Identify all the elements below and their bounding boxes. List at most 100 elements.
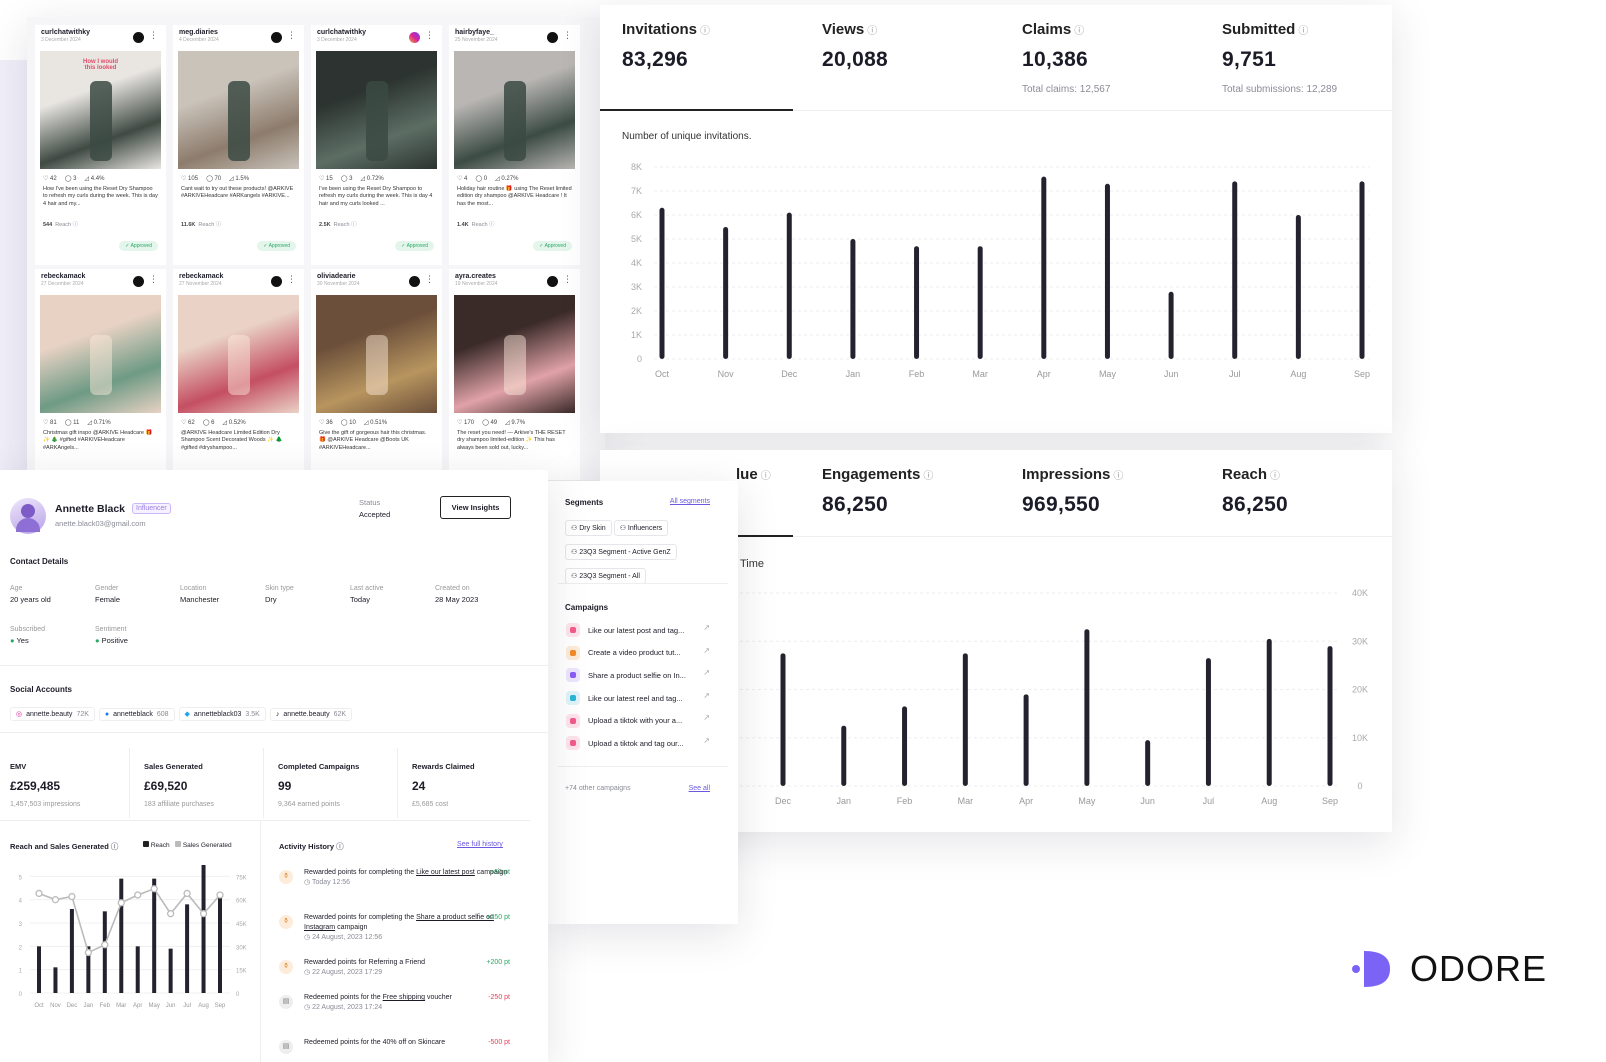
- external-link-icon[interactable]: ↗: [703, 646, 710, 655]
- sales-point[interactable]: [101, 941, 109, 949]
- external-link-icon[interactable]: ↗: [703, 691, 710, 700]
- bar[interactable]: [659, 207, 665, 359]
- reach-bar[interactable]: [53, 967, 58, 993]
- campaign-item[interactable]: Create a video product tut... ↗: [566, 642, 710, 665]
- more-options-icon[interactable]: ⋮: [425, 30, 434, 41]
- campaign-item[interactable]: Like our latest post and tag... ↗: [566, 619, 710, 642]
- all-segments-link[interactable]: All segments: [670, 498, 710, 505]
- campaign-item[interactable]: Upload a tiktok and tag our... ↗: [566, 732, 710, 755]
- more-options-icon[interactable]: ⋮: [149, 274, 158, 285]
- external-link-icon[interactable]: ↗: [703, 713, 710, 722]
- campaign-item[interactable]: Like our latest reel and tag... ↗: [566, 687, 710, 710]
- bar[interactable]: [723, 227, 729, 359]
- sales-point[interactable]: [134, 891, 142, 899]
- bar[interactable]: [902, 706, 908, 786]
- external-link-icon[interactable]: ↗: [703, 736, 710, 745]
- bar[interactable]: [1104, 183, 1110, 359]
- bar[interactable]: [914, 246, 920, 359]
- view-insights-button[interactable]: View Insights: [440, 496, 511, 519]
- more-options-icon[interactable]: ⋮: [287, 274, 296, 285]
- bar[interactable]: [1327, 646, 1333, 786]
- reach-bar[interactable]: [135, 946, 140, 993]
- more-options-icon[interactable]: ⋮: [287, 30, 296, 41]
- external-link-icon[interactable]: ↗: [703, 623, 710, 632]
- bar[interactable]: [1041, 176, 1047, 359]
- sales-point[interactable]: [35, 889, 43, 898]
- bar[interactable]: [1205, 658, 1211, 786]
- post-card[interactable]: ayra.creates 19 November 2024 ⋮ ♡ 170 ◯ 49 ◿ …: [449, 269, 580, 480]
- external-link-icon[interactable]: ↗: [703, 668, 710, 677]
- more-options-icon[interactable]: ⋮: [563, 30, 572, 41]
- bar[interactable]: [780, 653, 786, 786]
- sales-point[interactable]: [51, 896, 60, 904]
- sales-point[interactable]: [68, 892, 76, 901]
- bar[interactable]: [850, 239, 856, 359]
- sales-point[interactable]: [150, 885, 158, 893]
- activity-link[interactable]: Like our latest post: [416, 869, 475, 876]
- reach-bar[interactable]: [37, 946, 41, 993]
- social-account[interactable]: ◆ annetteblack03 3.5K: [178, 707, 266, 721]
- stat-impressions[interactable]: Impressions ⓘ 969,550: [1022, 466, 1212, 517]
- reach-bar[interactable]: [201, 865, 206, 993]
- see-all-campaigns-link[interactable]: See all: [689, 785, 710, 792]
- sales-point[interactable]: [166, 910, 175, 918]
- post-thumbnail[interactable]: [178, 295, 299, 413]
- post-thumbnail[interactable]: How I would this looked: [40, 51, 161, 169]
- social-account[interactable]: ● annetteblack 608: [98, 708, 175, 721]
- stat-reach[interactable]: Reach ⓘ 86,250: [1222, 466, 1412, 517]
- bar[interactable]: [1359, 181, 1365, 359]
- post-card[interactable]: oliviadearie 30 November 2024 ⋮ ♡ 36 ◯ 10 ◿ 0…: [311, 269, 442, 480]
- reach-bar[interactable]: [152, 878, 157, 993]
- segment-chip[interactable]: ⚇ 23Q3 Segment - Active GenZ: [565, 544, 677, 560]
- reach-bar[interactable]: [218, 892, 222, 993]
- sales-point[interactable]: [117, 899, 125, 907]
- bar[interactable]: [1145, 740, 1151, 786]
- bar[interactable]: [1232, 181, 1238, 359]
- post-card[interactable]: curlchatwithky 3 December 2024 ⋮ How I woul…: [35, 25, 166, 265]
- stat-claims[interactable]: Claims ⓘ 10,386 Total claims: 12,567: [1022, 21, 1212, 95]
- post-card[interactable]: rebeckamack 27 November 2024 ⋮ ♡ 62 ◯ 6 ◿ 0.5…: [173, 269, 304, 480]
- post-card[interactable]: curlchatwithky 3 December 2024 ⋮ ♡ 15 ◯ 3 ◿ 0…: [311, 25, 442, 265]
- post-thumbnail[interactable]: [454, 295, 575, 413]
- reach-bar[interactable]: [119, 878, 124, 993]
- more-options-icon[interactable]: ⋮: [425, 274, 434, 285]
- post-thumbnail[interactable]: [40, 295, 161, 413]
- post-thumbnail[interactable]: [316, 295, 437, 413]
- reach-bar[interactable]: [168, 948, 173, 993]
- sales-point[interactable]: [183, 889, 191, 898]
- bar[interactable]: [786, 212, 792, 359]
- bar[interactable]: [841, 725, 847, 786]
- stat-views[interactable]: Views ⓘ 20,088: [822, 21, 1012, 72]
- bar[interactable]: [977, 246, 983, 359]
- stat-invitations[interactable]: Invitations ⓘ 83,296: [622, 21, 812, 72]
- see-full-history-link[interactable]: See full history: [457, 841, 503, 848]
- reach-bar[interactable]: [185, 904, 190, 993]
- post-card[interactable]: meg.diaries 4 December 2024 ⋮ ♡ 105 ◯ 70 ◿ 1.…: [173, 25, 304, 265]
- bar[interactable]: [1266, 638, 1272, 786]
- more-options-icon[interactable]: ⋮: [149, 30, 158, 41]
- post-thumbnail[interactable]: [178, 51, 299, 169]
- bar[interactable]: [1295, 215, 1301, 359]
- social-account[interactable]: ◎ annette.beauty 72K: [10, 707, 95, 721]
- sales-point[interactable]: [199, 910, 208, 918]
- activity-link[interactable]: Free shipping: [383, 994, 425, 1001]
- post-thumbnail[interactable]: [316, 51, 437, 169]
- post-thumbnail[interactable]: [454, 51, 575, 169]
- post-card[interactable]: rebeckamack 27 December 2024 ⋮ ♡ 81 ◯ 11 ◿ 0.…: [35, 269, 166, 480]
- segment-chip[interactable]: ⚇ Dry Skin: [565, 520, 612, 536]
- sales-point[interactable]: [216, 891, 224, 899]
- bar[interactable]: [1168, 291, 1174, 359]
- reach-bar[interactable]: [69, 909, 74, 993]
- bar[interactable]: [962, 653, 968, 786]
- post-card[interactable]: hairbyfaye_ 25 November 2024 ⋮ ♡ 4 ◯ 0 ◿ 0.27…: [449, 25, 580, 265]
- stat-submitted[interactable]: Submitted ⓘ 9,751 Total submissions: 12,2…: [1222, 21, 1412, 95]
- more-options-icon[interactable]: ⋮: [563, 274, 572, 285]
- segment-chip[interactable]: ⚇ 23Q3 Segment - All: [565, 568, 646, 584]
- bar[interactable]: [1023, 694, 1029, 786]
- campaign-item[interactable]: Share a product selfie on In... ↗: [566, 664, 710, 687]
- campaign-item[interactable]: Upload a tiktok with your a... ↗: [566, 709, 710, 732]
- stat-engagements[interactable]: Engagements ⓘ 86,250: [822, 466, 1012, 517]
- bar[interactable]: [1084, 629, 1090, 786]
- social-account[interactable]: ♪ annette.beauty 62K: [269, 708, 353, 721]
- sales-point[interactable]: [84, 948, 93, 957]
